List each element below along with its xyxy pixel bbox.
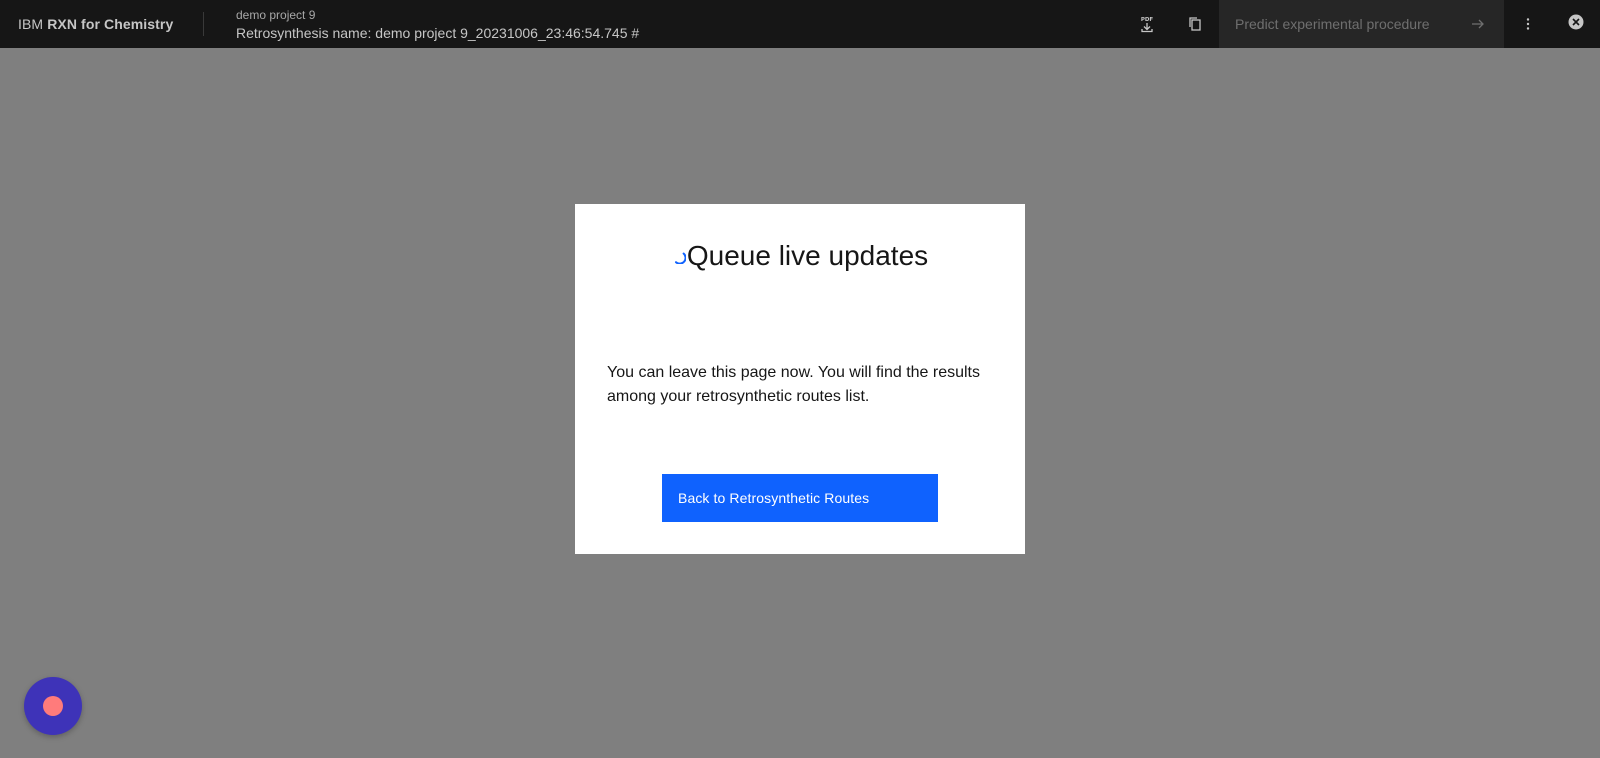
- predict-experimental-procedure-button[interactable]: Predict experimental procedure: [1219, 0, 1504, 48]
- close-icon[interactable]: [1552, 0, 1600, 44]
- chat-assistant-button[interactable]: [24, 677, 82, 735]
- svg-text:PDF: PDF: [1141, 17, 1154, 23]
- brand-prefix: IBM: [18, 16, 44, 32]
- chat-indicator-icon: [43, 696, 63, 716]
- pdf-download-icon[interactable]: PDF: [1123, 0, 1171, 48]
- brand-logo[interactable]: IBM RXN for Chemistry: [0, 0, 203, 48]
- modal-title-text: Queue live updates: [686, 240, 929, 271]
- modal-message: You can leave this page now. You will fi…: [607, 364, 980, 405]
- loading-spinner-icon: [674, 252, 686, 264]
- arrow-right-icon: [1472, 19, 1484, 29]
- overflow-menu-icon[interactable]: [1504, 0, 1552, 48]
- header-divider: [203, 12, 204, 36]
- copy-icon[interactable]: [1171, 0, 1219, 48]
- brand-name: RXN for Chemistry: [47, 16, 174, 32]
- retrosynthesis-name: Retrosynthesis name: demo project 9_2023…: [236, 24, 640, 41]
- project-name: demo project 9: [236, 7, 316, 22]
- predict-button-label: Predict experimental procedure: [1235, 16, 1430, 32]
- modal-title: Queue live updates: [575, 236, 1025, 276]
- back-to-routes-button[interactable]: Back to Retrosynthetic Routes: [662, 474, 938, 522]
- queue-updates-modal: Queue live updates You can leave this pa…: [575, 204, 1025, 554]
- header-titles: demo project 9 Retrosynthesis name: demo…: [236, 0, 639, 48]
